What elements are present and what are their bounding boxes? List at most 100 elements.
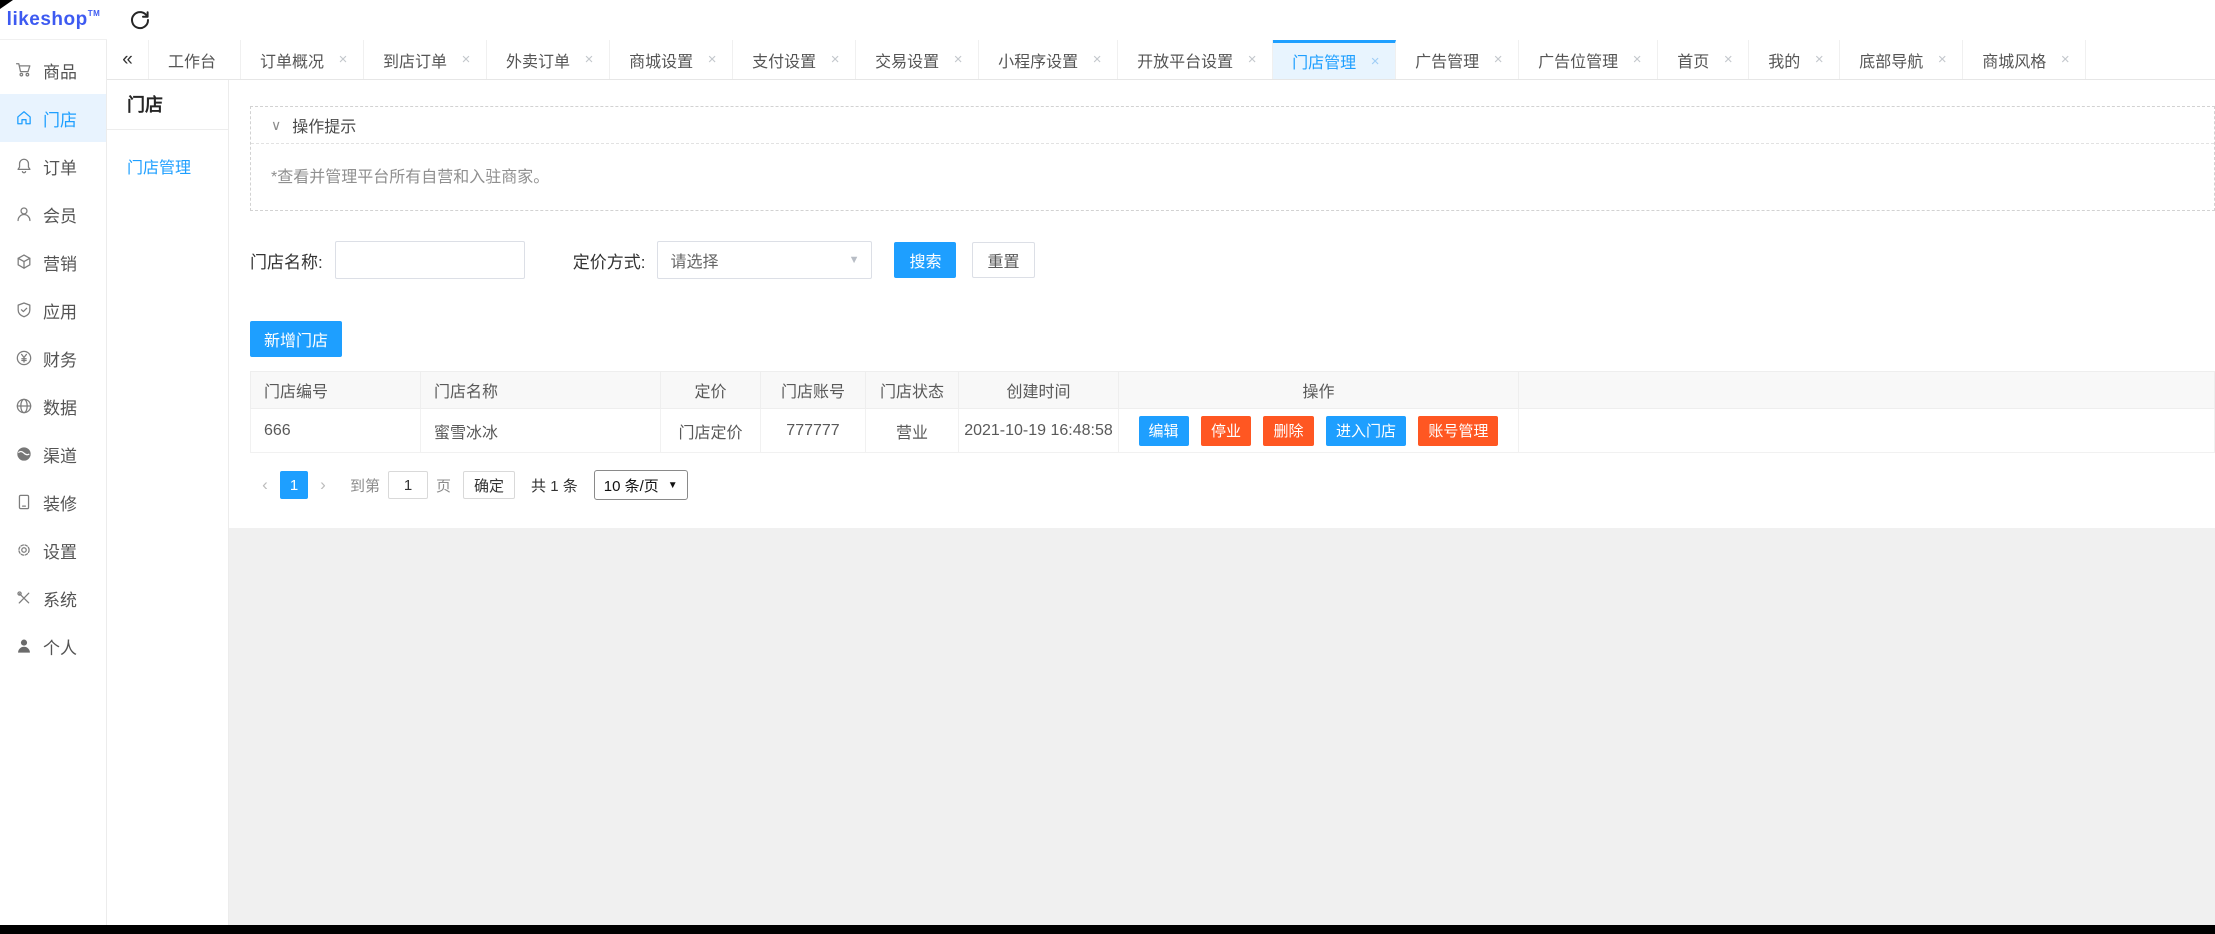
tab-label: 我的 — [1768, 48, 1800, 72]
close-icon[interactable]: × — [1090, 51, 1104, 68]
edit-button[interactable]: 编辑 — [1139, 416, 1189, 446]
filter-row: 门店名称: 定价方式: 请选择 ▼ 搜索 重置 — [250, 241, 2215, 279]
sidebar-item-settings[interactable]: 设置 — [0, 526, 106, 574]
tab-takeout-orders[interactable]: 外卖订单× — [487, 40, 610, 79]
table-row: 666 蜜雪冰冰 门店定价 777777 营业 2021-10-19 16:48… — [251, 409, 2215, 453]
submenu-panel: 门店 门店管理 — [107, 80, 229, 925]
sidebar-item-system[interactable]: 系统 — [0, 574, 106, 622]
close-icon[interactable]: × — [1812, 51, 1826, 68]
account-management-button[interactable]: 账号管理 — [1418, 416, 1498, 446]
tab-bar: « 工作台 订单概况× 到店订单× 外卖订单× 商城设置× 支付设置× 交易设置… — [107, 40, 2215, 80]
close-icon[interactable]: × — [951, 51, 965, 68]
next-page-icon[interactable]: › — [308, 475, 338, 495]
pricing-method-label: 定价方式: — [573, 248, 646, 273]
confirm-page-button[interactable]: 确定 — [463, 471, 515, 499]
cell-store-id: 666 — [251, 409, 421, 453]
col-account: 门店账号 — [761, 372, 866, 409]
store-name-input[interactable] — [335, 241, 525, 279]
content-panel: ∨ 操作提示 *查看并管理平台所有自营和入驻商家。 门店名称: 定价方式: 请选… — [229, 80, 2215, 528]
close-icon[interactable]: × — [1491, 51, 1505, 68]
tab-ad-slot-management[interactable]: 广告位管理× — [1519, 40, 1658, 79]
pagination: ‹ 1 › 到第 页 确定 共 1 条 10 条/页 ▼ — [250, 470, 2215, 500]
operation-tips-text: *查看并管理平台所有自营和入驻商家。 — [251, 144, 2214, 210]
operation-tips-header[interactable]: ∨ 操作提示 — [251, 107, 2214, 144]
close-icon[interactable]: × — [2058, 51, 2072, 68]
sidebar-item-channel[interactable]: 渠道 — [0, 430, 106, 478]
sidebar-item-marketing[interactable]: 营销 — [0, 238, 106, 286]
sidebar-item-label: 订单 — [43, 154, 77, 179]
tab-store-management[interactable]: 门店管理 × — [1273, 40, 1396, 79]
tab-home[interactable]: 首页× — [1658, 40, 1749, 79]
sidebar-item-label: 数据 — [43, 394, 77, 419]
sidebar-item-goods[interactable]: 商品 — [0, 46, 106, 94]
sidebar-item-label: 营销 — [43, 250, 77, 275]
cell-store-name: 蜜雪冰冰 — [421, 409, 661, 453]
collapse-tabs-icon[interactable]: « — [107, 40, 149, 79]
delete-button[interactable]: 删除 — [1263, 416, 1313, 446]
reset-button[interactable]: 重置 — [972, 242, 1034, 278]
goto-page-input[interactable] — [388, 471, 428, 499]
tab-label: 门店管理 — [1292, 49, 1356, 73]
sidebar-item-finance[interactable]: 财务 — [0, 334, 106, 382]
tab-bottom-nav[interactable]: 底部导航× — [1840, 40, 1963, 79]
sidebar: 商品 门店 订单 会员 营销 应用 财务 数据 渠道 装修 设置 系统 — [0, 40, 107, 925]
tab-mall-settings[interactable]: 商城设置× — [610, 40, 733, 79]
per-page-select[interactable]: 10 条/页 ▼ — [594, 470, 688, 500]
tab-miniprogram-settings[interactable]: 小程序设置× — [979, 40, 1118, 79]
goto-page-suffix: 页 — [436, 475, 451, 496]
submenu-title: 门店 — [107, 80, 228, 130]
submenu-item-store-management[interactable]: 门店管理 — [107, 154, 228, 178]
cell-empty — [1519, 409, 2215, 453]
sidebar-item-label: 系统 — [43, 586, 77, 611]
refresh-icon[interactable] — [128, 8, 152, 32]
col-status: 门店状态 — [866, 372, 959, 409]
logo-trademark: TM — [88, 9, 101, 18]
col-empty — [1519, 372, 2215, 409]
close-icon[interactable]: × — [582, 51, 596, 68]
tab-mall-style[interactable]: 商城风格× — [1963, 40, 2086, 79]
close-icon[interactable]: × — [705, 51, 719, 68]
tab-ad-management[interactable]: 广告管理× — [1396, 40, 1519, 79]
cube-icon — [15, 253, 33, 271]
close-icon[interactable]: × — [336, 51, 350, 68]
tab-payment-settings[interactable]: 支付设置× — [733, 40, 856, 79]
sidebar-item-profile[interactable]: 个人 — [0, 622, 106, 670]
tab-label: 开放平台设置 — [1137, 48, 1233, 72]
search-button[interactable]: 搜索 — [894, 242, 956, 278]
yen-circle-icon — [15, 349, 33, 367]
close-icon[interactable]: × — [828, 51, 842, 68]
sidebar-item-member[interactable]: 会员 — [0, 190, 106, 238]
close-icon[interactable]: × — [459, 51, 473, 68]
sidebar-item-order[interactable]: 订单 — [0, 142, 106, 190]
page-number-button[interactable]: 1 — [280, 471, 308, 499]
tab-mine[interactable]: 我的 × — [1749, 40, 1840, 79]
suspend-button[interactable]: 停业 — [1201, 416, 1251, 446]
table-header-row: 门店编号 门店名称 定价 门店账号 门店状态 创建时间 操作 — [251, 372, 2215, 409]
sidebar-item-label: 渠道 — [43, 442, 77, 467]
chevron-down-icon: ∨ — [271, 117, 281, 134]
add-store-button[interactable]: 新增门店 — [250, 321, 342, 357]
sidebar-item-apps[interactable]: 应用 — [0, 286, 106, 334]
close-icon[interactable]: × — [1368, 53, 1382, 70]
close-icon[interactable]: × — [1935, 51, 1949, 68]
close-icon[interactable]: × — [1721, 51, 1735, 68]
sidebar-item-data[interactable]: 数据 — [0, 382, 106, 430]
tab-open-platform-settings[interactable]: 开放平台设置 × — [1118, 40, 1273, 79]
close-icon[interactable]: × — [1630, 51, 1644, 68]
sidebar-item-label: 个人 — [43, 634, 77, 659]
pricing-method-select[interactable]: 请选择 ▼ — [657, 241, 872, 279]
total-count-label: 共 1 条 — [531, 475, 578, 496]
tab-order-overview[interactable]: 订单概况× — [241, 40, 364, 79]
tab-instore-orders[interactable]: 到店订单× — [364, 40, 487, 79]
sidebar-item-store[interactable]: 门店 — [0, 94, 106, 142]
tab-trade-settings[interactable]: 交易设置× — [856, 40, 979, 79]
sidebar-item-label: 设置 — [43, 538, 77, 563]
pricing-method-value: 请选择 — [670, 248, 718, 272]
close-icon[interactable]: × — [1245, 51, 1259, 68]
sidebar-item-decoration[interactable]: 装修 — [0, 478, 106, 526]
prev-page-icon[interactable]: ‹ — [250, 475, 280, 495]
tab-workbench[interactable]: 工作台 — [149, 40, 241, 79]
enter-store-button[interactable]: 进入门店 — [1326, 416, 1406, 446]
sidebar-item-label: 商品 — [43, 58, 77, 83]
col-created-at: 创建时间 — [959, 372, 1119, 409]
